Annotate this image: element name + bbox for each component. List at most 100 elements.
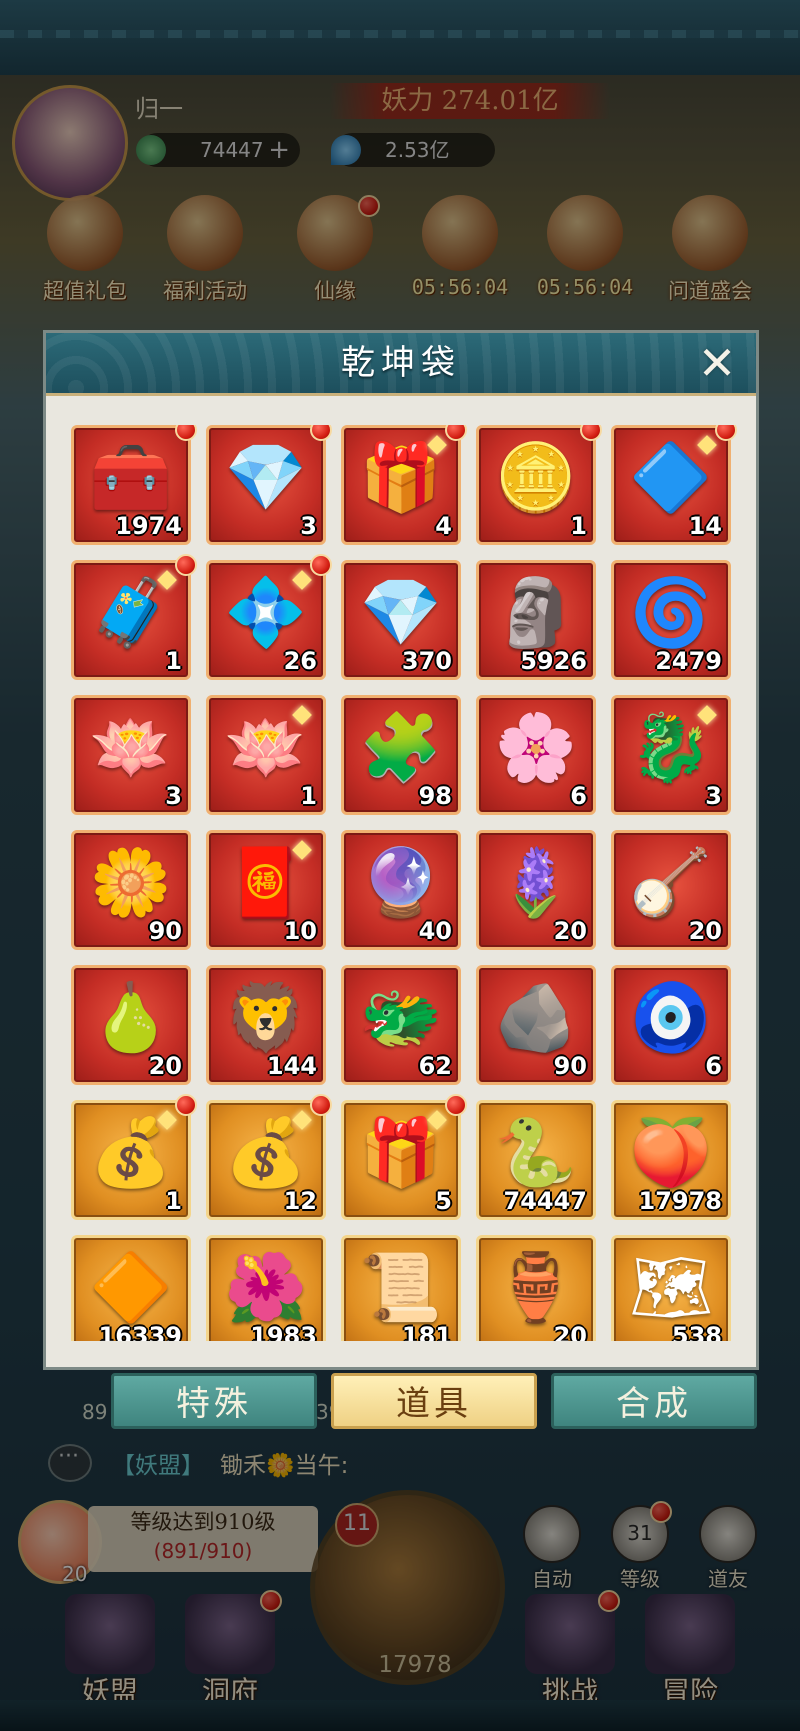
item-slot[interactable]: 🗿 5926 (476, 560, 596, 680)
pipa-icon: 🪕 (629, 844, 713, 922)
item-count: 74447 (503, 1187, 588, 1215)
item-slot[interactable]: 🪨 90 (476, 965, 596, 1085)
treasure-chest-icon: 🎁 (359, 439, 443, 517)
dragon-seal-icon: 🐲 (359, 979, 443, 1057)
item-slot[interactable]: 🦁 144 (206, 965, 326, 1085)
item-slot[interactable]: 🍐 20 (71, 965, 191, 1085)
modal-title: 乾坤袋 (341, 343, 461, 383)
jade-dragon-icon: 🐍 (494, 1114, 578, 1192)
item-slot[interactable]: 🧩 98 (341, 695, 461, 815)
peach-icon: 🍑 (629, 1114, 713, 1192)
item-slot[interactable]: 💰 12 (206, 1094, 332, 1220)
spirit-chest-icon: 🔷 (629, 439, 713, 517)
item-slot[interactable]: 🔶 16339 (71, 1235, 191, 1341)
gold-ore-icon: 🪨 (494, 979, 578, 1057)
item-slot[interactable]: 🌸 6 (476, 695, 596, 815)
item-slot[interactable]: 🧿 6 (611, 965, 731, 1085)
vase-icon: 🏺 (494, 1249, 578, 1327)
blue-lotus-icon: 🌸 (494, 709, 578, 787)
treasure-chest-icon: 💰 (224, 1114, 308, 1192)
tab-synthesis[interactable]: 合成 (551, 1373, 757, 1429)
item-count: 1 (165, 647, 182, 675)
item-slot[interactable]: 🌺 1983 (206, 1235, 326, 1341)
item-slot[interactable]: 🌀 2479 (611, 560, 731, 680)
item-slot[interactable]: 🪕 20 (611, 830, 731, 950)
item-slot[interactable]: 🔮 40 (341, 830, 461, 950)
item-count: 2479 (655, 647, 722, 675)
notification-dot (310, 425, 332, 441)
item-count: 4 (435, 512, 452, 540)
item-slot[interactable]: 🧳 1 (71, 554, 197, 680)
item-count: 1 (165, 1187, 182, 1215)
item-slot[interactable]: 📜 181 (341, 1235, 461, 1341)
item-slot[interactable]: 🪙 1 (476, 425, 602, 545)
item-count: 144 (266, 1052, 317, 1080)
item-slot[interactable]: 💎 370 (341, 560, 461, 680)
purple-flower-icon: 🪻 (494, 844, 578, 922)
notification-dot (175, 554, 197, 576)
item-slot[interactable]: 🧧 10 (206, 830, 326, 950)
notification-dot (310, 1094, 332, 1116)
item-count: 6 (705, 1052, 722, 1080)
blue-chest-icon: 💠 (224, 574, 308, 652)
notification-dot (175, 1094, 197, 1116)
inventory-modal: 乾坤袋 ✕ 🧰 1974 💎 3 🎁 4 🪙 1 🔷 14 🧳 1 💠 26 💎 370 🗿 5926 🌀 2479 🪷… (43, 330, 759, 1370)
gold-chest-icon: 🪙 (494, 439, 578, 517)
gourd-icon: 🍐 (89, 979, 173, 1057)
pink-lotus-icon: 🪷 (89, 709, 173, 787)
notification-dot (175, 425, 197, 441)
item-slot[interactable]: 🍑 17978 (611, 1100, 731, 1220)
notification-dot (445, 1094, 467, 1116)
item-slot[interactable]: 🐉 3 (611, 695, 731, 815)
item-count: 1 (300, 782, 317, 810)
item-slot[interactable]: 🎁 5 (341, 1094, 467, 1220)
item-slot[interactable]: 🔷 14 (611, 425, 737, 545)
item-count: 14 (688, 512, 722, 540)
item-slot[interactable]: 💠 26 (206, 554, 332, 680)
dragon-vase-icon: 🐉 (629, 709, 713, 787)
item-slot[interactable]: 🧰 1974 (71, 425, 197, 545)
item-slot[interactable]: 🐲 62 (341, 965, 461, 1085)
item-count: 12 (283, 1187, 317, 1215)
item-slot[interactable]: 🐍 74447 (476, 1100, 596, 1220)
item-count: 538 (671, 1322, 722, 1341)
item-count: 20 (148, 1052, 182, 1080)
item-slot[interactable]: 🌼 90 (71, 830, 191, 950)
item-slot[interactable]: 🎁 4 (341, 425, 467, 545)
item-count: 20 (688, 917, 722, 945)
tab-items[interactable]: 道具 (331, 1373, 537, 1429)
red-chest-icon: 🧧 (224, 844, 308, 922)
item-count: 16339 (98, 1322, 183, 1341)
item-slot[interactable]: 🏺 20 (476, 1235, 596, 1341)
amber-stone-icon: 🔶 (89, 1249, 173, 1327)
item-count: 90 (553, 1052, 587, 1080)
item-slot[interactable]: 🪷 3 (71, 695, 191, 815)
notification-dot (580, 425, 602, 441)
item-count: 3 (300, 512, 317, 540)
close-icon[interactable]: ✕ (692, 339, 742, 389)
lion-statue-icon: 🦁 (224, 979, 308, 1057)
pink-lotus-icon: 🪷 (224, 709, 308, 787)
scroll-icon: 📜 (359, 1249, 443, 1327)
item-count: 370 (401, 647, 452, 675)
item-count: 62 (418, 1052, 452, 1080)
item-slot[interactable]: 🗺 538 (611, 1235, 731, 1341)
treasure-chest-icon: 💎 (224, 439, 308, 517)
item-count: 17978 (638, 1187, 723, 1215)
item-grid[interactable]: 🧰 1974 💎 3 🎁 4 🪙 1 🔷 14 🧳 1 💠 26 💎 370 🗿 5926 🌀 2479 🪷 3 🪷 1 🧩 98… (71, 425, 741, 1341)
item-count: 90 (148, 917, 182, 945)
jade-amulet-icon: 🧿 (629, 979, 713, 1057)
orb-icon: 🔮 (359, 844, 443, 922)
item-slot[interactable]: 💎 3 (206, 425, 332, 545)
item-count: 1 (570, 512, 587, 540)
item-count: 1983 (250, 1322, 317, 1341)
puzzle-fragment-icon: 🧩 (359, 709, 443, 787)
item-slot[interactable]: 🪷 1 (206, 695, 326, 815)
item-count: 3 (165, 782, 182, 810)
item-slot[interactable]: 💰 1 (71, 1094, 197, 1220)
modal-header: 乾坤袋 ✕ (46, 333, 756, 396)
tab-special[interactable]: 特殊 (111, 1373, 317, 1429)
top-decor-bar (0, 0, 800, 77)
item-slot[interactable]: 🪻 20 (476, 830, 596, 950)
purple-flower-icon: 🌺 (224, 1249, 308, 1327)
